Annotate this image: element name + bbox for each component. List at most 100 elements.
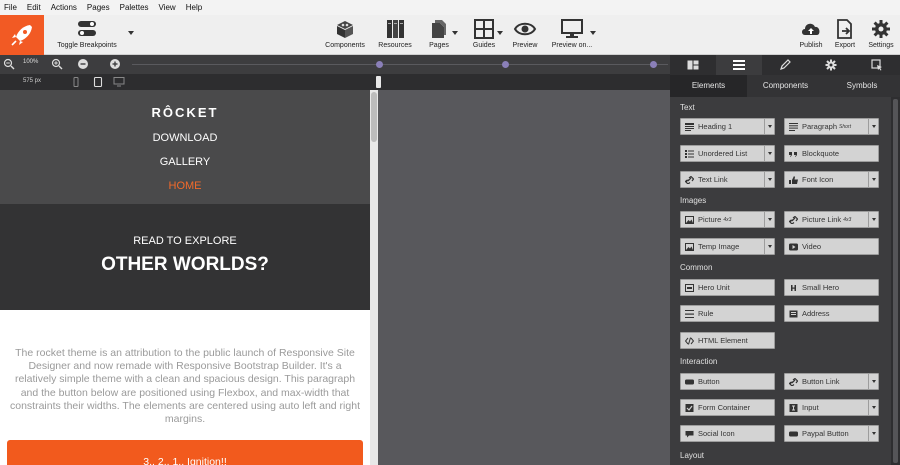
heading-icon — [685, 122, 694, 131]
tab-elements[interactable] — [716, 55, 762, 75]
paragraph-element[interactable]: Paragraph Short — [784, 118, 879, 135]
desktop-icon[interactable] — [113, 77, 125, 87]
export-button[interactable]: Export — [831, 15, 859, 55]
elements-panel: Elements Components Symbols Text Heading… — [670, 55, 900, 465]
temp-image-element[interactable]: Temp Image — [680, 238, 775, 255]
pages-button[interactable]: Pages — [424, 15, 454, 55]
page-preview[interactable]: RÔCKET DOWNLOAD GALLERY HOME READ TO EXP… — [0, 90, 370, 465]
menu-view[interactable]: View — [159, 0, 176, 15]
rule-element[interactable]: Rule — [680, 305, 775, 322]
heading-element[interactable]: Heading 1 — [680, 118, 775, 135]
button-link-element[interactable]: Button Link — [784, 373, 879, 390]
heading-label: Heading 1 — [698, 122, 733, 131]
subtab-components[interactable]: Components — [747, 75, 824, 97]
html-element-label: HTML Element — [698, 336, 748, 345]
remove-breakpoint-icon[interactable] — [77, 58, 89, 70]
font-icon-element[interactable]: Font Icon — [784, 171, 879, 188]
blockquote-label: Blockquote — [802, 149, 840, 158]
menu-file[interactable]: File — [4, 0, 17, 15]
paypal-button-dropdown-icon[interactable] — [868, 426, 878, 441]
blockquote-element[interactable]: Blockquote — [784, 145, 879, 162]
picture-dropdown-icon[interactable] — [764, 212, 774, 227]
code-icon — [685, 336, 694, 345]
preview-brand[interactable]: RÔCKET — [0, 105, 370, 120]
font-icon-dropdown-icon[interactable] — [868, 172, 878, 187]
menu-palettes[interactable]: Palettes — [120, 0, 149, 15]
hero-unit-element[interactable]: Hero Unit — [680, 279, 775, 296]
panel-scrollbar[interactable] — [891, 97, 900, 465]
heading-dropdown-icon[interactable] — [764, 119, 774, 134]
font-icon-label: Font Icon — [802, 175, 834, 184]
add-breakpoint-icon[interactable] — [109, 58, 121, 70]
publish-button[interactable]: Publish — [797, 15, 825, 55]
temp-image-dropdown-icon[interactable] — [764, 239, 774, 254]
toggle-breakpoints-dropdown-icon[interactable] — [128, 31, 134, 35]
preview-button[interactable]: Preview — [509, 15, 541, 55]
panel-scroll-thumb[interactable] — [893, 99, 898, 463]
html-element-element[interactable]: HTML Element — [680, 332, 775, 349]
menu-edit[interactable]: Edit — [27, 0, 41, 15]
phone-portrait-icon[interactable] — [72, 77, 80, 87]
button-link-dropdown-icon[interactable] — [868, 374, 878, 389]
picture-link-ratio: 4x3 — [843, 216, 852, 223]
tab-layout[interactable] — [670, 55, 716, 75]
input-element[interactable]: Input — [784, 399, 879, 416]
input-dropdown-icon[interactable] — [868, 400, 878, 415]
monitor-icon — [561, 19, 583, 38]
social-icon-element[interactable]: Social Icon — [680, 425, 775, 442]
pages-dropdown-icon[interactable] — [452, 31, 458, 35]
subtab-symbols[interactable]: Symbols — [824, 75, 900, 97]
video-element[interactable]: Video — [784, 238, 879, 255]
paypal-button-element[interactable]: Paypal Button — [784, 425, 879, 442]
zoom-in-icon[interactable] — [51, 58, 63, 70]
paragraph-dropdown-icon[interactable] — [868, 119, 878, 134]
toggle-breakpoints-button[interactable]: Toggle Breakpoints — [52, 15, 122, 55]
preview-scroll-thumb[interactable] — [371, 92, 377, 142]
small-hero-icon — [791, 284, 796, 291]
button-element[interactable]: Button — [680, 373, 775, 390]
paypal-button-label: Paypal Button — [802, 429, 849, 438]
settings-button[interactable]: Settings — [865, 15, 897, 55]
zoom-out-icon[interactable] — [3, 58, 15, 70]
picture-link-dropdown-icon[interactable] — [868, 212, 878, 227]
picture-link-element[interactable]: Picture Link 4x3 — [784, 211, 879, 228]
preview-scrollbar[interactable] — [370, 90, 378, 465]
pages-label: Pages — [429, 42, 449, 49]
ignition-button[interactable]: 3.. 2.. 1.. Ignition!! — [7, 440, 363, 465]
paragraph-label: Paragraph — [802, 122, 838, 131]
subtab-elements[interactable]: Elements — [670, 75, 747, 97]
preview-on-button[interactable]: Preview on... — [549, 15, 595, 55]
tab-styles[interactable] — [762, 55, 808, 75]
preview-on-dropdown-icon[interactable] — [590, 31, 596, 35]
tab-inspector[interactable] — [854, 55, 900, 75]
guides-button[interactable]: Guides — [469, 15, 499, 55]
breakpoint-marker[interactable] — [502, 61, 509, 68]
menu-pages[interactable]: Pages — [87, 0, 110, 15]
unordered-list-dropdown-icon[interactable] — [764, 146, 774, 161]
guides-dropdown-icon[interactable] — [497, 31, 503, 35]
picture-element[interactable]: Picture 4x3 — [680, 211, 775, 228]
app-window: File Edit Actions Pages Palettes View He… — [0, 0, 900, 465]
section-common: Common — [680, 263, 713, 272]
text-link-element[interactable]: Text Link — [680, 171, 775, 188]
nav-link-download[interactable]: DOWNLOAD — [0, 132, 370, 144]
address-element[interactable]: Address — [784, 305, 879, 322]
width-drag-handle[interactable] — [376, 76, 381, 88]
nav-link-home[interactable]: HOME — [0, 180, 370, 192]
components-icon — [337, 21, 353, 38]
paragraph-variant: Short — [839, 123, 851, 130]
menu-actions[interactable]: Actions — [51, 0, 77, 15]
breakpoint-marker[interactable] — [376, 61, 383, 68]
small-hero-label: Small Hero — [802, 283, 840, 292]
tablet-icon[interactable] — [93, 77, 103, 87]
text-link-dropdown-icon[interactable] — [764, 172, 774, 187]
small-hero-element[interactable]: Small Hero — [784, 279, 879, 296]
unordered-list-element[interactable]: Unordered List — [680, 145, 775, 162]
components-button[interactable]: Components — [323, 15, 367, 55]
menu-help[interactable]: Help — [186, 0, 202, 15]
form-container-element[interactable]: Form Container — [680, 399, 775, 416]
tab-settings[interactable] — [808, 55, 854, 75]
resources-button[interactable]: Resources — [373, 15, 417, 55]
nav-link-gallery[interactable]: GALLERY — [0, 156, 370, 168]
breakpoint-marker[interactable] — [650, 61, 657, 68]
